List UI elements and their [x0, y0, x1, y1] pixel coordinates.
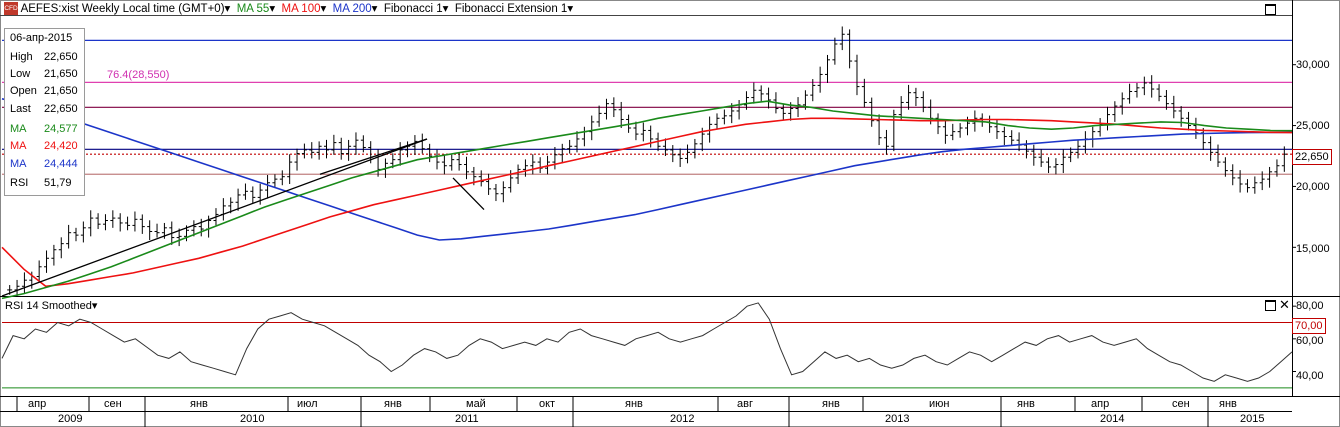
ohlc-ma55: MA 24,577 — [10, 122, 78, 137]
ma200-dropdown-icon[interactable]: ▾ — [372, 3, 378, 15]
fibonacci-dropdown-icon[interactable]: ▾ — [443, 3, 449, 15]
x-month-label: сен — [1172, 398, 1190, 410]
ohlc-label: MA — [10, 123, 27, 135]
symbol-dropdown-icon[interactable]: ▾ — [225, 3, 231, 15]
x-month-label: окт — [539, 398, 556, 410]
price-chart — [0, 0, 1340, 427]
x-year-label: 2013 — [885, 413, 910, 425]
ohlc-label: Low — [10, 68, 31, 80]
x-month-label: янв — [1219, 398, 1237, 410]
maximize-icon[interactable] — [1265, 4, 1276, 15]
ohlc-date: 06-апр-2015 — [10, 32, 73, 44]
ohlc-value: 21,650 — [44, 85, 78, 97]
ohlc-info-box: 06-апр-2015 High 22,650 Low 21,650 Open 21,… — [4, 28, 85, 196]
x-month-label: янв — [822, 398, 840, 410]
x-month-label: янв — [190, 398, 208, 410]
fibonacci-level-label: 76.4(28,550) — [107, 69, 170, 81]
rsi-title[interactable]: RSI 14 Smoothed — [5, 300, 92, 312]
last-price-tag: 22,650 — [1292, 149, 1332, 165]
ma200-toggle[interactable]: MA 200 — [333, 3, 372, 15]
x-month-label: апр — [1091, 398, 1110, 410]
price-tick-label: 15,000 — [1296, 243, 1330, 255]
ohlc-open: Open 21,650 — [10, 84, 78, 99]
ohlc-value: 21,650 — [44, 68, 78, 80]
x-month-label: авг — [737, 398, 753, 410]
ohlc-label: MA — [10, 158, 27, 170]
ohlc-value: 22,650 — [44, 103, 78, 115]
ohlc-label: Last — [10, 103, 31, 115]
x-month-label: июл — [297, 398, 318, 410]
price-tick-label: 20,000 — [1296, 181, 1330, 193]
cfd-icon: CFD — [4, 2, 18, 16]
fibonacci-toggle[interactable]: Fibonacci 1 — [384, 3, 443, 15]
ohlc-value: 51,79 — [44, 177, 72, 189]
rsi-panel-header: RSI 14 Smoothed▾ — [5, 299, 97, 313]
ohlc-value: 24,577 — [44, 123, 78, 135]
rsi-tick-label: 40,00 — [1296, 370, 1324, 382]
ohlc-value: 24,444 — [44, 158, 78, 170]
ma55-dropdown-icon[interactable]: ▾ — [269, 3, 275, 15]
x-month-label: янв — [625, 398, 643, 410]
rsi-tick-label: 80,00 — [1296, 300, 1324, 312]
rsi-line — [1, 302, 1293, 382]
fibonacci-trendline — [319, 138, 428, 175]
x-year-label: 2010 — [240, 413, 265, 425]
x-month-label: янв — [384, 398, 402, 410]
ma100-line — [1, 117, 1293, 288]
fibonacci-extension-dropdown-icon[interactable]: ▾ — [567, 3, 573, 15]
ma55-line — [1, 100, 1293, 300]
ohlc-label: Open — [10, 85, 37, 97]
x-year-label: 2012 — [670, 413, 695, 425]
x-month-label: май — [466, 398, 486, 410]
x-month-label: сен — [104, 398, 122, 410]
fibonacci-extension-line — [452, 177, 485, 211]
ohlc-high: High 22,650 — [10, 50, 78, 65]
price-tick-label: 30,000 — [1296, 59, 1330, 71]
rsi-tick-label: 60,00 — [1296, 335, 1324, 347]
ohlc-ma200: MA 24,444 — [10, 157, 78, 172]
symbol-title[interactable]: AEFES:xist Weekly Local time (GMT+0) — [21, 3, 225, 15]
chart-frame — [0, 0, 1340, 427]
x-year-label: 2009 — [58, 413, 83, 425]
ma100-dropdown-icon[interactable]: ▾ — [320, 3, 326, 15]
panel-close-icon[interactable]: ✕ — [1279, 298, 1290, 311]
x-year-label: 2014 — [1100, 413, 1125, 425]
rsi-dropdown-icon[interactable]: ▾ — [92, 300, 98, 312]
panel-minimize-icon[interactable] — [1265, 300, 1276, 311]
ohlc-ma100: MA 24,420 — [10, 139, 78, 154]
x-year-label: 2011 — [455, 413, 479, 425]
ohlc-low: Low 21,650 — [10, 67, 78, 82]
ohlc-label: High — [10, 51, 33, 63]
ma100-toggle[interactable]: MA 100 — [281, 3, 320, 15]
ohlc-last: Last 22,650 — [10, 102, 78, 117]
ohlc-label: RSI — [10, 177, 29, 189]
price-tick-label: 25,000 — [1296, 120, 1330, 132]
ma55-toggle[interactable]: MA 55 — [237, 3, 270, 15]
ohlc-value: 24,420 — [44, 140, 78, 152]
rsi-level-tag: 70,00 — [1292, 318, 1326, 334]
ohlc-label: MA — [10, 140, 27, 152]
ohlc-rsi: RSI 51,79 — [10, 176, 72, 191]
fibonacci-extension-toggle[interactable]: Fibonacci Extension 1 — [455, 3, 568, 15]
x-month-label: июн — [929, 398, 950, 410]
x-month-label: янв — [1017, 398, 1035, 410]
x-month-label: апр — [28, 398, 47, 410]
x-year-label: 2015 — [1240, 413, 1265, 425]
chart-header: CFD AEFES:xist Weekly Local time (GMT+0)… — [4, 2, 573, 16]
ohlc-value: 22,650 — [44, 51, 78, 63]
